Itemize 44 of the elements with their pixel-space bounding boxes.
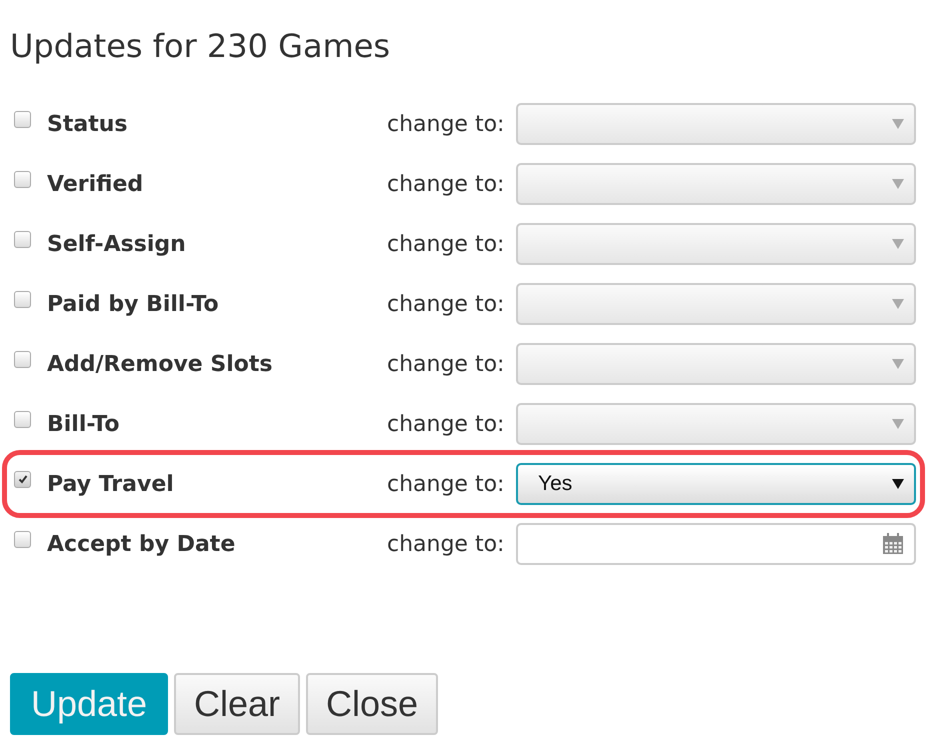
dropdown[interactable] [516, 223, 916, 265]
change-to-label: change to: [387, 412, 506, 436]
dropdown[interactable] [516, 283, 916, 325]
field-label: Bill-To [47, 412, 120, 436]
action-button[interactable]: Close [306, 673, 438, 735]
field-label: Verified [47, 172, 144, 196]
checkbox[interactable] [14, 410, 31, 428]
change-to-label: change to: [387, 352, 506, 376]
change-to-label: change to: [387, 472, 506, 496]
date-field[interactable] [516, 523, 916, 565]
dropdown[interactable] [516, 343, 916, 385]
checkbox[interactable] [14, 350, 31, 368]
dropdown[interactable] [516, 103, 916, 145]
change-to-label: change to: [387, 172, 506, 196]
checkbox[interactable] [14, 230, 31, 248]
action-button[interactable]: Clear [174, 673, 300, 735]
checkbox[interactable] [14, 110, 31, 128]
checkbox[interactable] [14, 470, 31, 488]
field-label: Paid by Bill-To [47, 292, 220, 316]
checkbox[interactable] [14, 290, 31, 308]
checkbox[interactable] [14, 530, 31, 548]
calendar-icon [882, 533, 904, 555]
checkbox[interactable] [14, 170, 31, 188]
caret-icon [892, 478, 904, 490]
caret-icon [892, 298, 904, 310]
caret-icon [892, 238, 904, 250]
change-to-label: change to: [387, 292, 506, 316]
field-label: Add/Remove Slots [47, 352, 274, 376]
caret-icon [892, 358, 904, 370]
dropdown[interactable] [516, 403, 916, 445]
field-label: Self-Assign [47, 232, 187, 256]
checkmark-icon [16, 473, 28, 485]
field-label: Status [47, 112, 128, 136]
caret-icon [892, 178, 904, 190]
dropdown[interactable] [516, 163, 916, 205]
dropdown[interactable]: Yes [516, 463, 916, 505]
dialog-title: Updates for 230 Games [10, 26, 390, 67]
change-to-label: change to: [387, 232, 506, 256]
caret-icon [892, 118, 904, 130]
caret-icon [892, 418, 904, 430]
field-label: Pay Travel [47, 472, 175, 496]
change-to-label: change to: [387, 112, 506, 136]
field-label: Accept by Date [47, 532, 236, 556]
change-to-label: change to: [387, 532, 506, 556]
